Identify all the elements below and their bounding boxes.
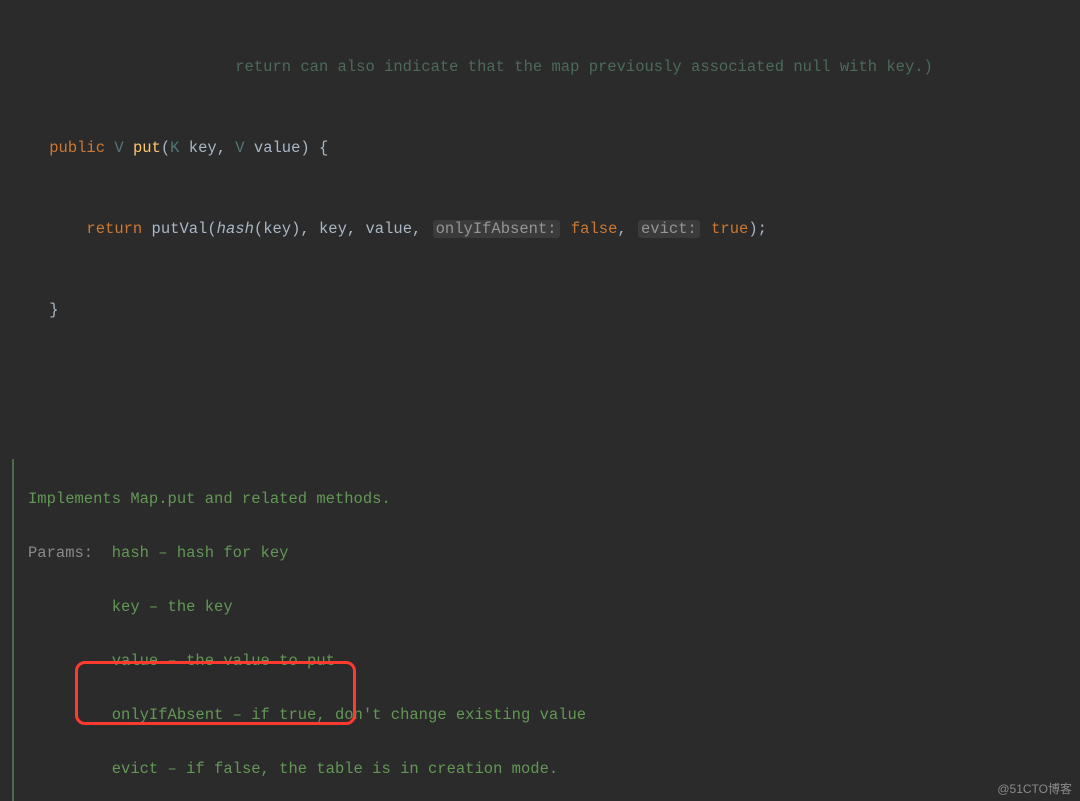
paren: ( [161,139,170,157]
javadoc-block: Implements Map.put and related methods. … [12,459,1080,801]
type-K: K [170,139,189,157]
brace: ) { [300,139,328,157]
param-key: key [189,139,217,157]
hint-onlyIfAbsent: onlyIfAbsent: [433,220,560,238]
doc-line: Params: hash – hash for key [28,540,1080,567]
doc-line: key – the key [28,594,1080,621]
keyword-false: false [571,220,618,238]
code-line[interactable]: public V put(K key, V value) { [12,135,1080,162]
doc-text: hash – hash for key [112,544,289,562]
doc-text: onlyIfAbsent – if true, don't change exi… [112,706,586,724]
comma: , [217,139,236,157]
watermark-text: @51CTO博客 [997,780,1072,797]
doc-line: value – the value to put [28,648,1080,675]
doc-label: Params: [28,544,112,562]
keyword-return: return [86,220,151,238]
code-line[interactable]: } [12,297,1080,324]
doc-partial-line: return can also indicate that the map pr… [12,54,1080,81]
doc-text: evict – if false, the table is in creati… [112,760,558,778]
call-putVal: putVal( [152,220,217,238]
keyword-public: public [49,139,114,157]
brace-close: } [49,301,58,319]
code-line[interactable]: return putVal(hash(key), key, value, onl… [12,216,1080,243]
keyword-true: true [711,220,748,238]
text: (key), key, value, [254,220,431,238]
doc-line: onlyIfAbsent – if true, don't change exi… [28,702,1080,729]
type-V: V [235,139,254,157]
doc-line: Implements Map.put and related methods. [28,486,1080,513]
blank-line [12,378,1080,405]
code-editor-viewport[interactable]: return can also indicate that the map pr… [0,0,1080,801]
doc-text: value – the value to put [112,652,335,670]
text: ); [748,220,767,238]
param-value: value [254,139,301,157]
doc-text: key – the key [112,598,233,616]
doc-fragment: return can also indicate that the map pr… [124,58,933,76]
doc-text: Implements Map.put and related methods. [28,490,391,508]
hint-evict: evict: [638,220,700,238]
type-V: V [114,139,133,157]
call-hash: hash [217,220,254,238]
comma: , [617,220,636,238]
method-put: put [133,139,161,157]
doc-line: evict – if false, the table is in creati… [28,756,1080,783]
